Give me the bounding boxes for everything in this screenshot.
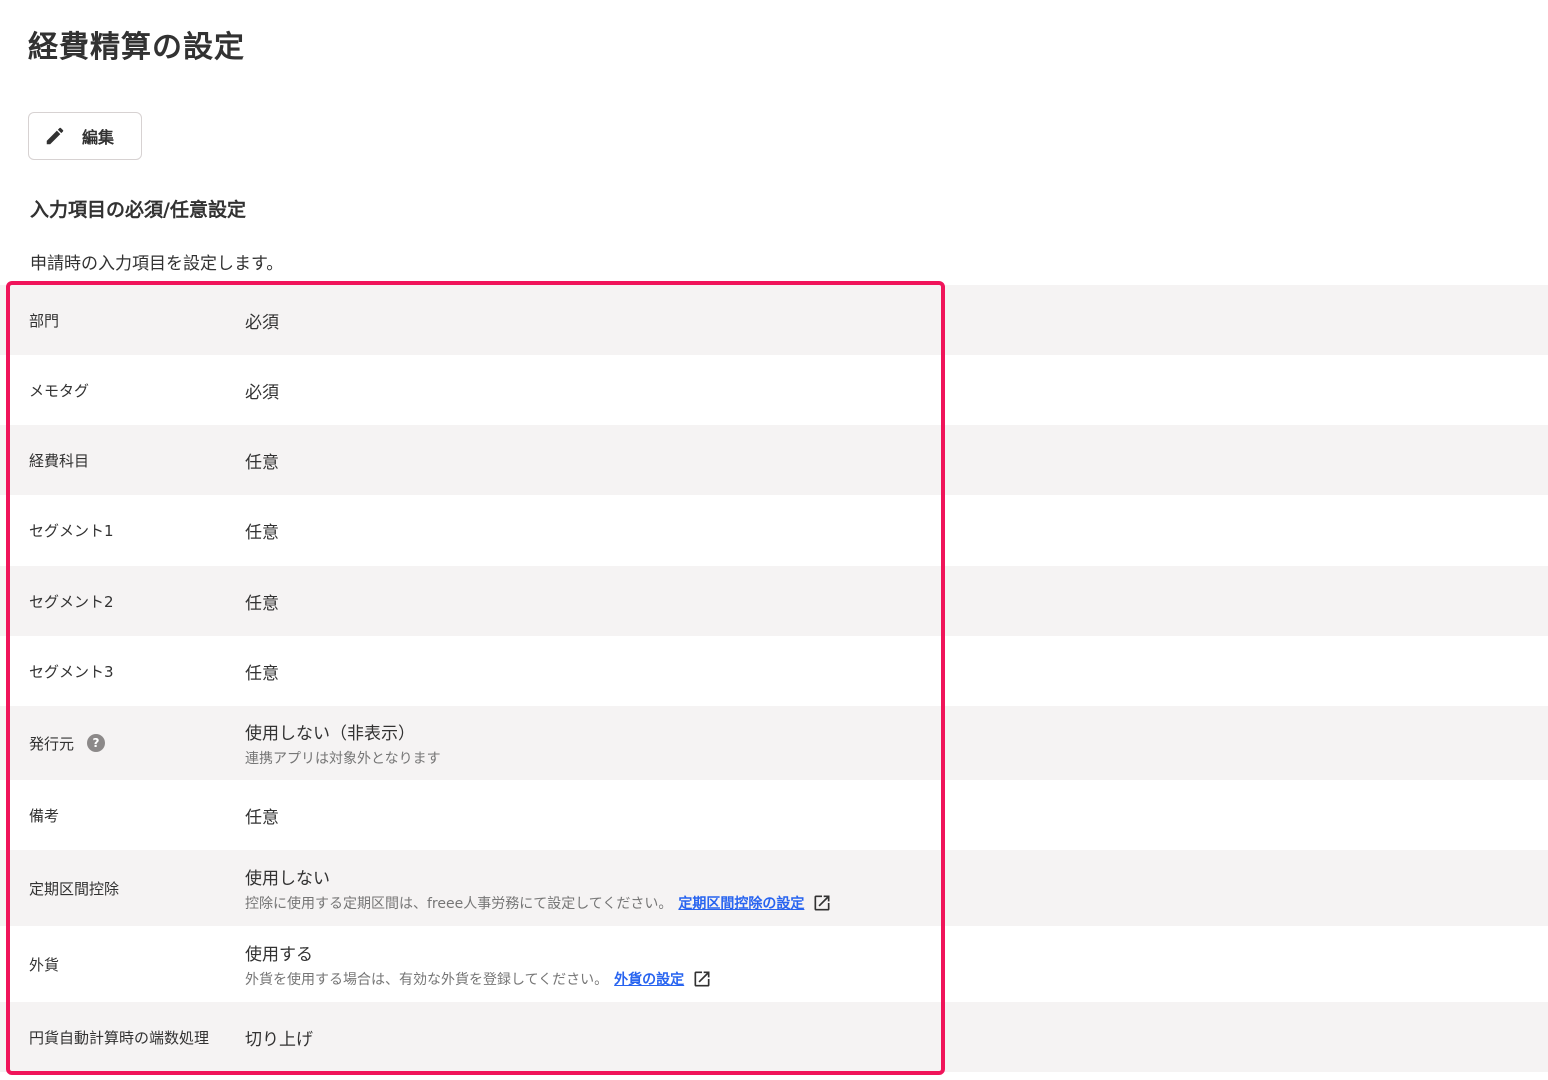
commuter-pass-settings-link[interactable]: 定期区間控除の設定 xyxy=(678,893,804,913)
table-row: 経費科目 任意 xyxy=(0,425,1548,495)
settings-table: 部門 必須 メモタグ 必須 経費科目 任意 セグメント1 任意 セグメント2 任… xyxy=(0,285,1548,1072)
row-note: 外貨を使用する場合は、有効な外貨を登録してください。 外貨の設定 xyxy=(245,969,1548,989)
section-description: 申請時の入力項目を設定します。 xyxy=(30,254,284,274)
table-row: セグメント3 任意 xyxy=(0,636,1548,706)
row-label: 発行元 xyxy=(29,734,75,753)
row-note: 控除に使用する定期区間は、freee人事労務にて設定してください。 定期区間控除… xyxy=(245,893,1548,913)
table-row: 備考 任意 xyxy=(0,780,1548,850)
row-label: 外貨 xyxy=(29,955,60,974)
row-value: 任意 xyxy=(245,807,279,828)
row-value: 必須 xyxy=(245,312,279,333)
table-row: 部門 必須 xyxy=(0,285,1548,355)
row-label: 円貨自動計算時の端数処理 xyxy=(29,1028,210,1047)
table-row: セグメント2 任意 xyxy=(0,566,1548,636)
external-link-icon[interactable] xyxy=(692,969,712,989)
table-row: メモタグ 必須 xyxy=(0,355,1548,425)
section-title: 入力項目の必須/任意設定 xyxy=(30,199,246,221)
edit-button-label: 編集 xyxy=(82,128,115,147)
row-value: 切り上げ xyxy=(245,1029,313,1050)
foreign-currency-settings-link[interactable]: 外貨の設定 xyxy=(614,969,684,989)
row-value: 任意 xyxy=(245,452,279,473)
row-label: セグメント3 xyxy=(29,662,114,681)
row-label: 経費科目 xyxy=(29,451,90,470)
external-link-icon[interactable] xyxy=(812,893,832,913)
edit-button[interactable]: 編集 xyxy=(28,112,142,160)
row-value: 任意 xyxy=(245,523,279,543)
row-label: メモタグ xyxy=(29,381,90,400)
row-value: 任意 xyxy=(245,593,279,614)
row-label: セグメント2 xyxy=(29,592,114,611)
row-value: 使用しない xyxy=(245,868,330,889)
row-value: 任意 xyxy=(245,663,279,684)
help-icon[interactable]: ? xyxy=(87,734,106,752)
row-label: 備考 xyxy=(29,806,60,825)
pencil-icon xyxy=(43,124,67,148)
table-row: セグメント1 任意 xyxy=(0,495,1548,566)
table-row: 発行元 ? 使用しない（非表示） 連携アプリは対象外となります xyxy=(0,706,1548,780)
page-title: 経費精算の設定 xyxy=(28,30,245,65)
table-row: 定期区間控除 使用しない 控除に使用する定期区間は、freee人事労務にて設定し… xyxy=(0,850,1548,926)
table-row: 外貨 使用する 外貨を使用する場合は、有効な外貨を登録してください。 外貨の設定 xyxy=(0,926,1548,1002)
table-row: 円貨自動計算時の端数処理 切り上げ xyxy=(0,1002,1548,1072)
row-value: 使用しない（非表示） xyxy=(245,723,415,744)
row-value: 必須 xyxy=(245,382,279,403)
row-label: セグメント1 xyxy=(29,522,114,540)
row-label: 部門 xyxy=(29,311,60,330)
row-note: 連携アプリは対象外となります xyxy=(245,750,441,767)
row-label: 定期区間控除 xyxy=(29,879,120,898)
row-value: 使用する xyxy=(245,944,313,965)
